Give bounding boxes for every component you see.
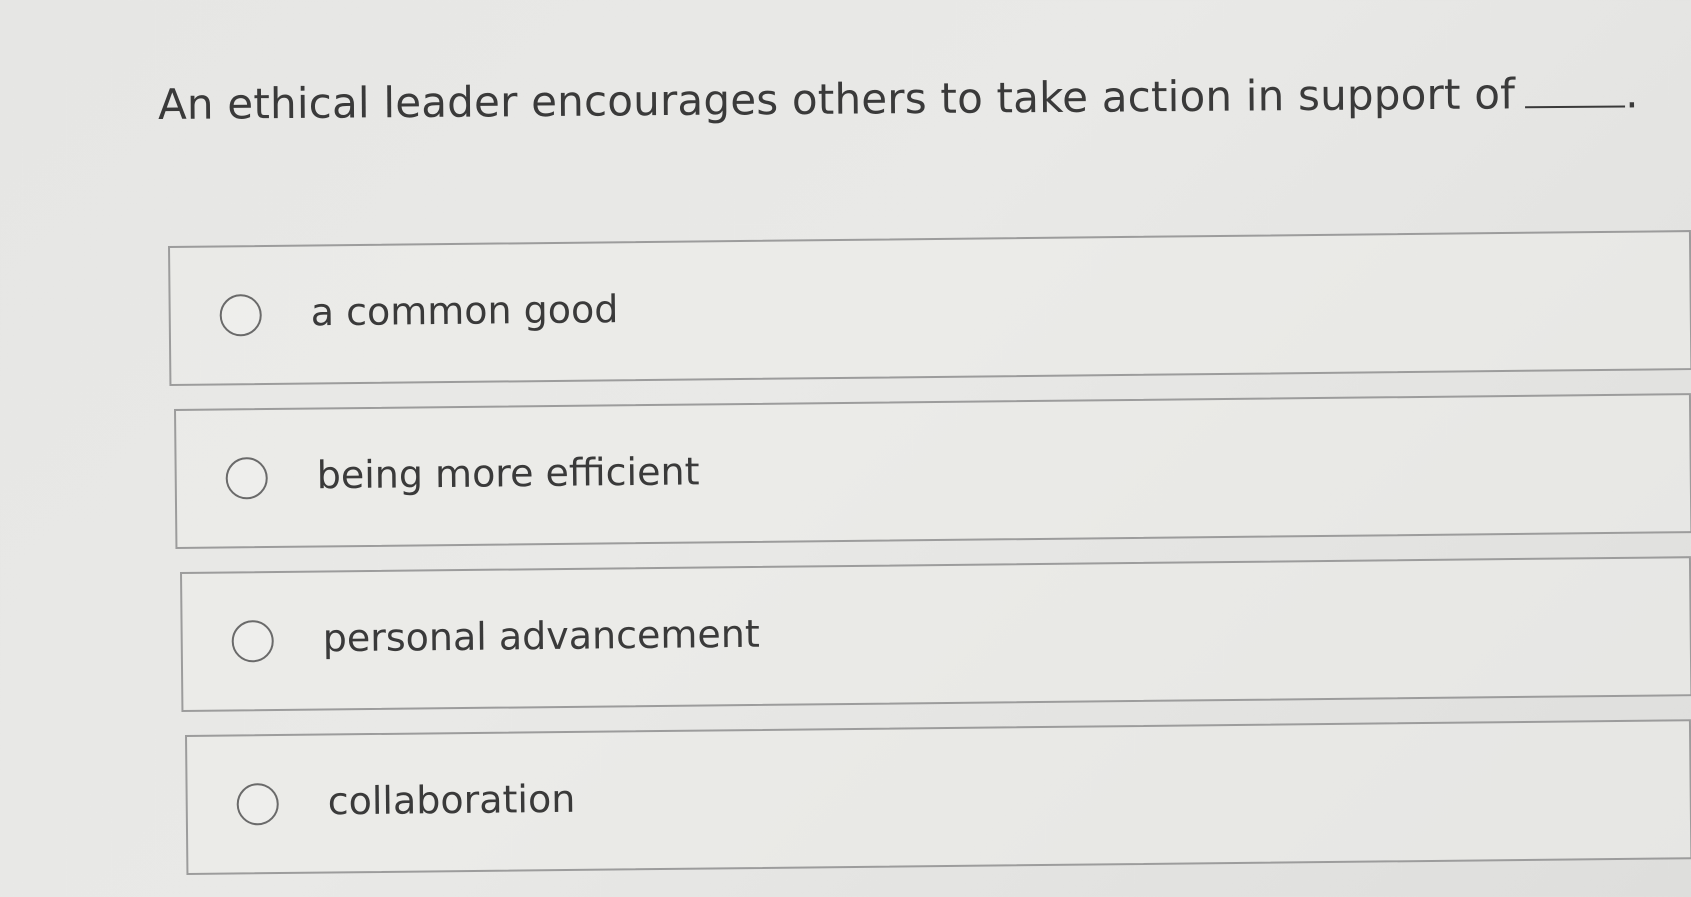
option-label: being more efficient <box>316 449 700 498</box>
radio-button[interactable] <box>236 783 279 826</box>
answer-option-personal-advancement[interactable]: personal advancement <box>180 556 1691 712</box>
answer-option-a-common-good[interactable]: a common good <box>168 230 1691 386</box>
answer-option-collaboration[interactable]: collaboration <box>185 719 1691 875</box>
option-label: personal advancement <box>322 611 761 661</box>
answer-options: a common good being more efficient perso… <box>0 0 1691 897</box>
option-label: a common good <box>310 287 619 335</box>
radio-button[interactable] <box>225 457 268 500</box>
answer-option-being-more-efficient[interactable]: being more efficient <box>174 393 1691 549</box>
option-label: collaboration <box>327 776 576 824</box>
radio-button[interactable] <box>231 620 274 663</box>
radio-button[interactable] <box>219 294 262 337</box>
